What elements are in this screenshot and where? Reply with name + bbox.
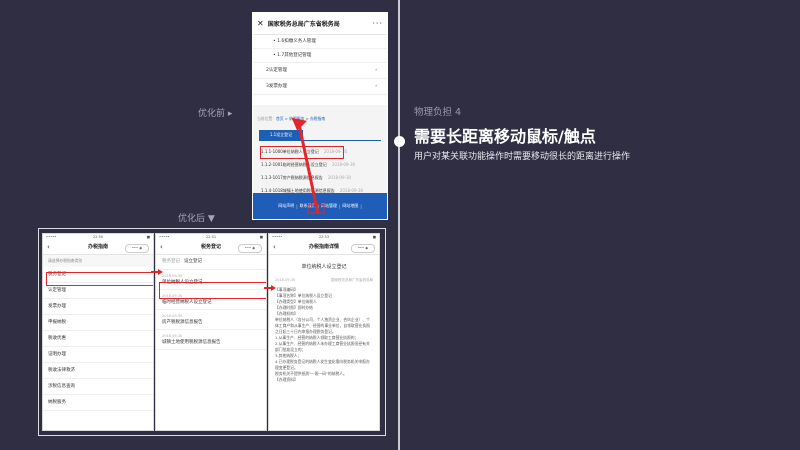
highlight-box bbox=[159, 282, 266, 299]
section-subtitle: 物理负担 4 bbox=[414, 107, 462, 118]
section-headline: 需要长距离移动鼠标/触点 bbox=[414, 127, 596, 146]
list-item[interactable]: 申报纳税 bbox=[43, 315, 153, 331]
section-description: 用户对某关联功能操作时需要移动很长的距离进行操作 bbox=[414, 152, 631, 162]
before-sub-item[interactable]: • 1.6扣缴义务人管理 bbox=[253, 35, 387, 49]
capsule-menu[interactable]: ••• ◉ bbox=[125, 244, 149, 253]
list-item[interactable]: 涉税信息查询 bbox=[43, 379, 153, 395]
back-icon[interactable]: ‹ bbox=[273, 241, 276, 254]
before-title: 国家税务总局广东省税务局 bbox=[267, 21, 340, 28]
document-body: 【事项编码】 【事项名称】单位纳税人设立登记 【办理类型】单位纳税人 【办理时限… bbox=[275, 287, 370, 382]
battery-icon: ■ bbox=[372, 235, 376, 239]
before-title-bar: ✕ 国家税务总局广东省税务局 ··· bbox=[253, 13, 387, 35]
list-item[interactable]: 1.1.2-1001临时经营纳税人设立登记 2018-09-30 bbox=[261, 162, 355, 168]
tab-underline bbox=[259, 140, 381, 141]
before-optimization-screenshot: ✕ 国家税务总局广东省税务局 ··· • 1.6扣缴义务人管理 • 1.7其他登… bbox=[252, 12, 388, 220]
chevron-right-icon: › bbox=[375, 68, 377, 73]
before-menu-item[interactable]: 2认定管理 › bbox=[253, 63, 387, 79]
phone-guide-detail: ••••• 22:53 ■ ‹ 办税指南详情 ••• ◉ 单位纳税人设立登记 201… bbox=[268, 233, 380, 431]
close-icon[interactable]: ✕ bbox=[257, 19, 264, 28]
list-item[interactable]: 纳税服务 bbox=[43, 395, 153, 411]
footer-link[interactable]: 联系我们 bbox=[300, 203, 316, 209]
before-menu-item[interactable]: 3发票办理 › bbox=[253, 79, 387, 95]
divider-line bbox=[398, 0, 400, 450]
before-sub-item[interactable]: • 1.7其他登记管理 bbox=[253, 49, 387, 63]
nav-bar: ‹ 税务登记 ••• ◉ bbox=[156, 241, 266, 255]
list-item[interactable]: 2018-09-30 城镇土地使用税税源信息报告 bbox=[156, 330, 266, 350]
tab-setup-registration[interactable]: 1.1设立登记 bbox=[259, 130, 303, 140]
category-header[interactable]: 税务登记 设立登记 bbox=[156, 255, 266, 270]
phone-tax-registration: ••••• 22:51 ■ ‹ 税务登记 ••• ◉ 税务登记 设立登记 2018-0… bbox=[155, 233, 267, 431]
nav-bar: ‹ 办税指南详情 ••• ◉ bbox=[269, 241, 379, 255]
after-label: 优化后 ▼ bbox=[178, 214, 215, 224]
status-bar: ••••• 22:50 ■ bbox=[46, 235, 150, 239]
list-item[interactable]: 1.1.3-1017房产税纳税源信息报告 2018-09-30 bbox=[261, 175, 351, 181]
footer-link[interactable]: 网站地图 bbox=[342, 203, 358, 209]
phone-guide-list: ••••• 22:50 ■ ‹ 办税指南 ••• ◉ 请选择办税指南类别 税务登记 … bbox=[42, 233, 154, 431]
back-icon[interactable]: ‹ bbox=[160, 241, 163, 254]
timeline-bullet bbox=[394, 136, 405, 147]
page-title: 办税指南 bbox=[87, 244, 108, 250]
list-item[interactable]: 2018-09-30 房产税税源信息报告 bbox=[156, 310, 266, 330]
footer-link[interactable]: 网站声明 bbox=[278, 203, 294, 209]
status-bar: ••••• 22:51 ■ bbox=[159, 235, 263, 239]
breadcrumb: 当前位置：首页 > 纳税服务 > 办税指南 bbox=[257, 116, 326, 121]
page-title: 办税指南详情 bbox=[308, 244, 339, 250]
short-arrow bbox=[151, 269, 163, 275]
battery-icon: ■ bbox=[259, 235, 263, 239]
chevron-right-icon: › bbox=[375, 84, 377, 89]
list-item[interactable]: 税收优惠 bbox=[43, 331, 153, 347]
more-icon[interactable]: ··· bbox=[372, 19, 383, 28]
list-item[interactable]: 税收法律救济 bbox=[43, 363, 153, 379]
list-item[interactable]: 证明办理 bbox=[43, 347, 153, 363]
back-icon[interactable]: ‹ bbox=[47, 241, 50, 254]
page-title: 税务登记 bbox=[200, 244, 221, 250]
short-arrow bbox=[264, 285, 276, 291]
capsule-menu[interactable]: ••• ◉ bbox=[238, 244, 262, 253]
footer-link[interactable]: 网站管理 bbox=[321, 203, 337, 209]
hint-text: 请选择办税指南类别 bbox=[43, 255, 153, 267]
highlight-box bbox=[46, 272, 153, 286]
status-bar: ••••• 22:53 ■ bbox=[272, 235, 376, 239]
nav-bar: ‹ 办税指南 ••• ◉ bbox=[43, 241, 153, 255]
battery-icon: ■ bbox=[146, 235, 150, 239]
list-item[interactable]: 发票办理 bbox=[43, 299, 153, 315]
capsule-menu[interactable]: ••• ◉ bbox=[351, 244, 375, 253]
highlight-box bbox=[260, 146, 344, 159]
document-title: 单位纳税人设立登记 bbox=[301, 264, 347, 270]
before-footer: 网站声明 | 联系我们 | 网站管理 | 网站地图 | bbox=[253, 193, 387, 219]
before-label: 优化前 ▸ bbox=[198, 109, 233, 119]
